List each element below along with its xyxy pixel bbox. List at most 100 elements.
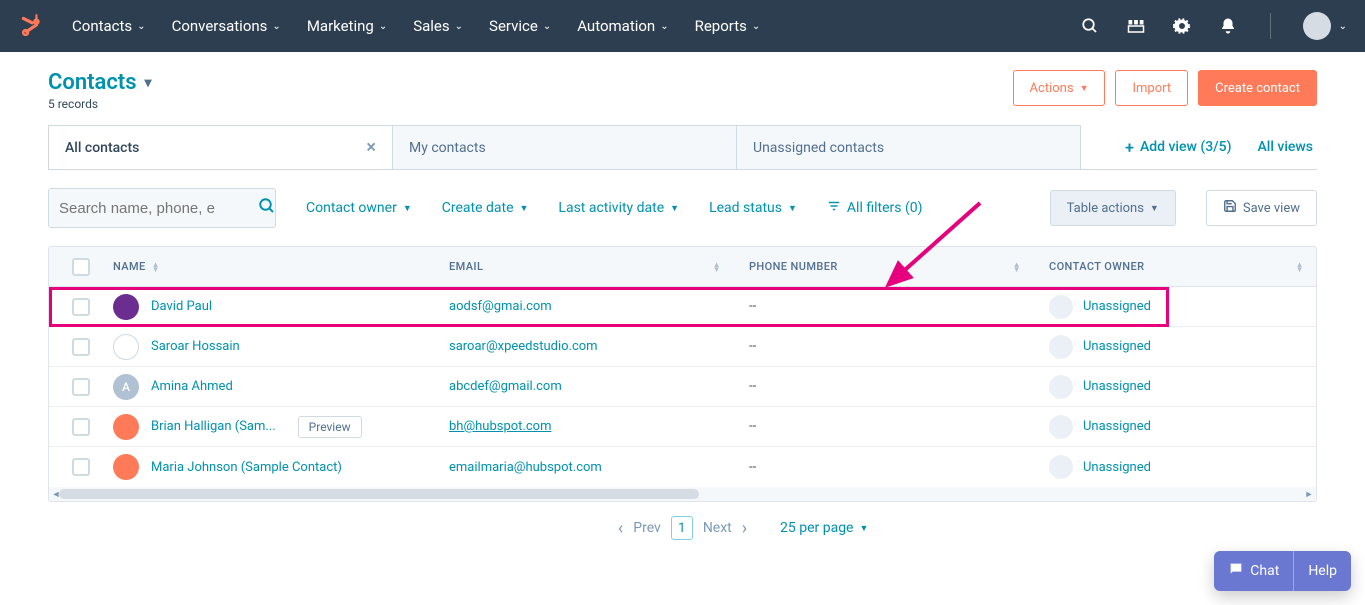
horizontal-scrollbar[interactable]: ◄ ► bbox=[49, 487, 1316, 501]
all-views-link[interactable]: All views bbox=[1257, 139, 1313, 155]
table-actions-button[interactable]: Table actions▼ bbox=[1050, 190, 1176, 226]
search-icon[interactable] bbox=[1080, 16, 1100, 36]
tab-all-contacts[interactable]: All contacts × bbox=[48, 125, 393, 169]
contact-phone: -- bbox=[749, 419, 1049, 434]
filter-contact-owner[interactable]: Contact owner▼ bbox=[306, 200, 412, 216]
sort-icon: ▲▼ bbox=[713, 262, 721, 272]
tab-label: All contacts bbox=[65, 140, 139, 156]
nav-sales[interactable]: Sales⌄ bbox=[413, 17, 463, 35]
bell-icon[interactable] bbox=[1218, 16, 1238, 36]
search-input-wrapper[interactable] bbox=[48, 188, 276, 228]
primary-nav: Contacts⌄ Conversations⌄ Marketing⌄ Sale… bbox=[72, 17, 1080, 35]
avatar bbox=[1303, 12, 1331, 40]
filter-last-activity[interactable]: Last activity date▼ bbox=[558, 200, 679, 216]
contact-owner-link[interactable]: Unassigned bbox=[1083, 460, 1151, 475]
search-input[interactable] bbox=[59, 200, 258, 217]
contact-name-link[interactable]: Amina Ahmed bbox=[151, 379, 233, 394]
contact-phone: -- bbox=[749, 299, 1049, 314]
filter-create-date[interactable]: Create date▼ bbox=[442, 200, 529, 216]
table-row[interactable]: David Paul aodsf@gmai.com -- Unassigned bbox=[49, 287, 1316, 327]
contact-owner-link[interactable]: Unassigned bbox=[1083, 299, 1151, 314]
row-checkbox[interactable] bbox=[72, 338, 90, 356]
select-all-checkbox[interactable] bbox=[72, 258, 90, 276]
contact-name-link[interactable]: Maria Johnson (Sample Contact) bbox=[151, 460, 342, 475]
per-page-dropdown[interactable]: 25 per page ▼ bbox=[780, 520, 868, 536]
contact-avatar bbox=[113, 294, 139, 320]
page-title[interactable]: Contacts ▾ bbox=[48, 70, 1013, 95]
row-checkbox[interactable] bbox=[72, 298, 90, 316]
nav-automation[interactable]: Automation⌄ bbox=[577, 17, 668, 35]
close-icon[interactable]: × bbox=[366, 137, 376, 158]
record-count: 5 records bbox=[48, 97, 1013, 111]
table-row[interactable]: A Amina Ahmed abcdef@gmail.com -- Unassi… bbox=[49, 367, 1316, 407]
preview-button[interactable]: Preview bbox=[298, 416, 362, 438]
save-icon bbox=[1223, 199, 1237, 217]
search-icon[interactable] bbox=[258, 197, 276, 219]
contact-owner-link[interactable]: Unassigned bbox=[1083, 379, 1151, 394]
hubspot-logo-icon[interactable] bbox=[18, 13, 44, 39]
next-button[interactable]: Next bbox=[703, 520, 732, 536]
save-view-button[interactable]: Save view bbox=[1206, 190, 1317, 226]
nav-contacts[interactable]: Contacts⌄ bbox=[72, 17, 146, 35]
page-number[interactable]: 1 bbox=[671, 516, 693, 540]
table-row[interactable]: Brian Halligan (Sam... Preview bh@hubspo… bbox=[49, 407, 1316, 447]
contacts-table: NAME▲▼ EMAIL▲▼ PHONE NUMBER▲▼ CONTACT OW… bbox=[48, 246, 1317, 502]
contact-phone: -- bbox=[749, 339, 1049, 354]
next-icon[interactable]: › bbox=[742, 518, 747, 539]
contact-email-link[interactable]: saroar@xpeedstudio.com bbox=[449, 339, 598, 354]
contact-avatar bbox=[113, 334, 139, 360]
column-email[interactable]: EMAIL▲▼ bbox=[449, 260, 749, 273]
nav-marketing[interactable]: Marketing⌄ bbox=[307, 17, 387, 35]
prev-button[interactable]: Prev bbox=[633, 520, 661, 536]
chevron-down-icon: ⌄ bbox=[543, 21, 551, 32]
contact-phone: -- bbox=[749, 379, 1049, 394]
help-widget: Chat Help bbox=[1214, 551, 1351, 591]
column-owner[interactable]: CONTACT OWNER▲▼ bbox=[1049, 260, 1316, 273]
contact-name-link[interactable]: David Paul bbox=[151, 299, 212, 314]
contact-name-link[interactable]: Brian Halligan (Sam... bbox=[151, 419, 276, 434]
gear-icon[interactable] bbox=[1172, 16, 1192, 36]
scrollbar-thumb[interactable] bbox=[59, 489, 699, 499]
table-row[interactable]: Maria Johnson (Sample Contact) emailmari… bbox=[49, 447, 1316, 487]
column-phone[interactable]: PHONE NUMBER▲▼ bbox=[749, 260, 1049, 273]
scroll-right-icon[interactable]: ► bbox=[1302, 487, 1316, 501]
contact-email-link[interactable]: bh@hubspot.com bbox=[449, 419, 551, 434]
contact-avatar: A bbox=[113, 374, 139, 400]
owner-avatar bbox=[1049, 295, 1073, 319]
account-menu[interactable]: ⌄ bbox=[1303, 12, 1347, 40]
owner-avatar bbox=[1049, 375, 1073, 399]
table-row[interactable]: Saroar Hossain saroar@xpeedstudio.com --… bbox=[49, 327, 1316, 367]
contact-name-link[interactable]: Saroar Hossain bbox=[151, 339, 240, 354]
actions-button[interactable]: Actions▼ bbox=[1013, 70, 1106, 106]
create-contact-button[interactable]: Create contact bbox=[1198, 70, 1317, 106]
marketplace-icon[interactable] bbox=[1126, 16, 1146, 36]
nav-reports[interactable]: Reports⌄ bbox=[695, 17, 761, 35]
add-view-link[interactable]: + Add view (3/5) bbox=[1125, 138, 1231, 157]
contact-email-link[interactable]: emailmaria@hubspot.com bbox=[449, 460, 602, 475]
chevron-down-icon: ⌄ bbox=[1339, 21, 1347, 32]
nav-service[interactable]: Service⌄ bbox=[489, 17, 551, 35]
filter-lead-status[interactable]: Lead status▼ bbox=[709, 200, 797, 216]
contact-owner-link[interactable]: Unassigned bbox=[1083, 339, 1151, 354]
chevron-down-icon: ⌄ bbox=[455, 21, 463, 32]
contact-email-link[interactable]: abcdef@gmail.com bbox=[449, 379, 562, 394]
tab-label: Unassigned contacts bbox=[753, 140, 884, 156]
owner-avatar bbox=[1049, 415, 1073, 439]
tab-my-contacts[interactable]: My contacts bbox=[392, 125, 737, 169]
prev-icon[interactable]: ‹ bbox=[618, 518, 623, 539]
help-button[interactable]: Help bbox=[1293, 551, 1351, 591]
tab-label: My contacts bbox=[409, 140, 486, 156]
row-checkbox[interactable] bbox=[72, 458, 90, 476]
row-checkbox[interactable] bbox=[72, 418, 90, 436]
column-name[interactable]: NAME▲▼ bbox=[113, 260, 449, 273]
contact-avatar bbox=[113, 414, 139, 440]
contact-email-link[interactable]: aodsf@gmai.com bbox=[449, 299, 552, 314]
nav-conversations[interactable]: Conversations⌄ bbox=[172, 17, 281, 35]
contact-owner-link[interactable]: Unassigned bbox=[1083, 419, 1151, 434]
import-button[interactable]: Import bbox=[1115, 70, 1188, 106]
chevron-down-icon: ⌄ bbox=[272, 21, 280, 32]
row-checkbox[interactable] bbox=[72, 378, 90, 396]
chat-button[interactable]: Chat bbox=[1214, 551, 1293, 591]
tab-unassigned-contacts[interactable]: Unassigned contacts bbox=[736, 125, 1081, 169]
all-filters-link[interactable]: All filters (0) bbox=[827, 199, 923, 217]
